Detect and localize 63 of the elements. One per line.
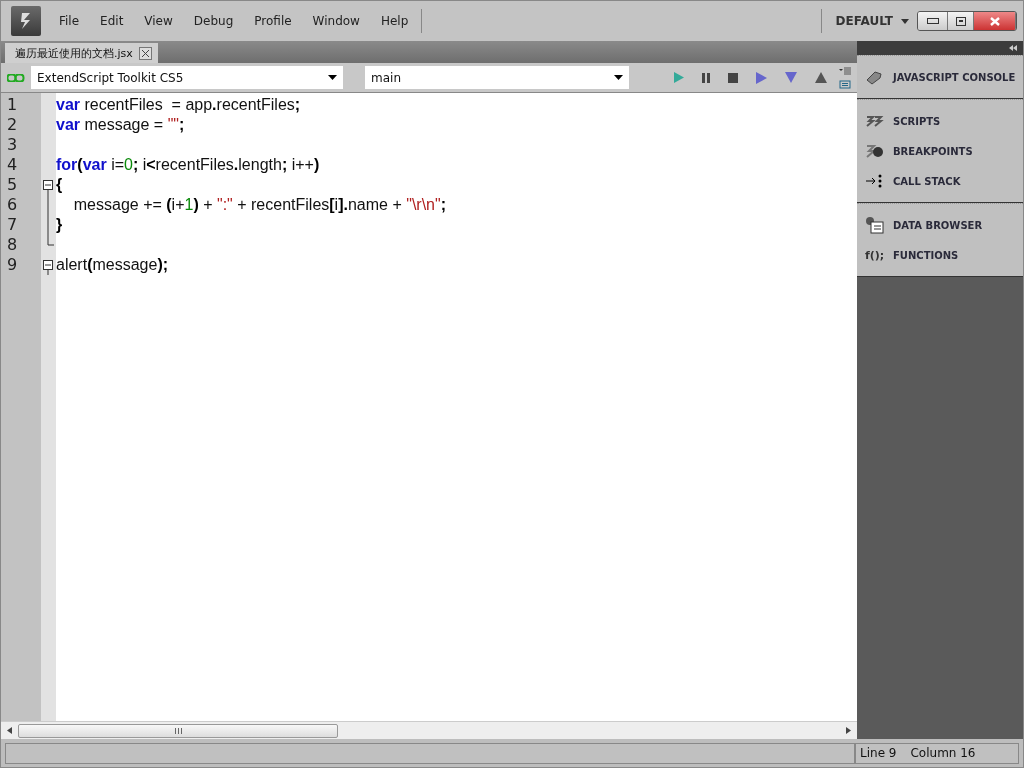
minimize-button[interactable] (918, 12, 948, 30)
menu-item[interactable]: Debug (193, 14, 234, 28)
menu-item[interactable]: Edit (100, 14, 124, 28)
panel-tab[interactable]: SCRIPTS (893, 115, 941, 127)
functions-glyph: f(); (865, 248, 885, 262)
menu-item[interactable]: File (59, 14, 80, 28)
horizontal-scrollbar[interactable] (1, 721, 857, 739)
data-browser-icon (865, 216, 885, 234)
close-icon (989, 16, 1000, 26)
stop-icon[interactable] (728, 72, 738, 83)
fold-end-icon (47, 235, 54, 246)
restore-icon (955, 16, 966, 26)
menu-item[interactable]: Help (380, 14, 409, 28)
caret-icon[interactable] (901, 18, 909, 24)
maximize-button[interactable] (948, 12, 974, 30)
panel-menu-icon[interactable] (839, 66, 851, 89)
step-over-icon[interactable] (756, 71, 767, 84)
step-into-icon[interactable] (785, 72, 797, 83)
menu-item[interactable]: View (144, 14, 173, 28)
line-number: 9 (6, 255, 19, 275)
code-line: } (56, 215, 64, 235)
panel-tab[interactable]: DATA BROWSER (893, 219, 983, 231)
code-line: message += (i+1) + ":" + recentFiles[i].name + "\r\n"; (72, 195, 448, 215)
breakpoint-icon (865, 142, 885, 160)
close-button[interactable] (974, 12, 1016, 30)
workspace-switcher[interactable]: DEFAULT (835, 14, 893, 28)
app-logo (11, 6, 41, 36)
step-out-icon[interactable] (815, 72, 827, 83)
panel-tab[interactable]: BREAKPOINTS (893, 145, 973, 157)
minimize-icon (926, 18, 939, 24)
menu-item[interactable]: Window (312, 14, 360, 28)
line-number: 4 (6, 155, 19, 175)
line-number: 2 (6, 115, 19, 135)
target-dropdown[interactable]: ExtendScript Toolkit CS5 (31, 66, 343, 89)
column-indicator: Column 16 (910, 746, 976, 760)
panel-tab[interactable]: CALL STACK (893, 175, 961, 187)
scroll-right-icon[interactable] (846, 727, 851, 734)
menu-item[interactable]: Profile (254, 14, 292, 28)
caret-icon (614, 75, 623, 80)
close-icon (141, 49, 149, 57)
line-number: 1 (6, 95, 19, 115)
line-number: 7 (6, 215, 19, 235)
scrollbar-thumb[interactable] (18, 723, 338, 738)
pause-icon[interactable] (702, 72, 710, 83)
line-indicator: Line 9 (860, 746, 897, 760)
line-number: 6 (6, 195, 19, 215)
code-line: var message = ""; (56, 115, 186, 135)
document-tab[interactable]: 遍历最近使用的文档.jsx (5, 43, 158, 63)
engine-dropdown[interactable]: main (365, 66, 629, 89)
scripts-icon (865, 114, 885, 128)
code-line: var recentFiles = app.recentFiles; (56, 95, 302, 115)
line-number: 5 (6, 175, 19, 195)
panel-tab[interactable]: FUNCTIONS (893, 249, 959, 261)
code-line: { (56, 175, 64, 195)
line-number: 8 (6, 235, 19, 255)
caret-icon (328, 75, 337, 80)
collapse-icon[interactable] (1009, 45, 1017, 51)
code-line: for(var i=0; i<recentFiles.length; i++) (56, 155, 321, 175)
panel-tab[interactable]: JAVASCRIPT CONSOLE (893, 71, 1016, 83)
close-tab-button[interactable] (138, 46, 152, 60)
line-number: 3 (6, 135, 19, 155)
scroll-left-icon[interactable] (7, 727, 12, 734)
code-line: alert(message); (56, 255, 170, 275)
